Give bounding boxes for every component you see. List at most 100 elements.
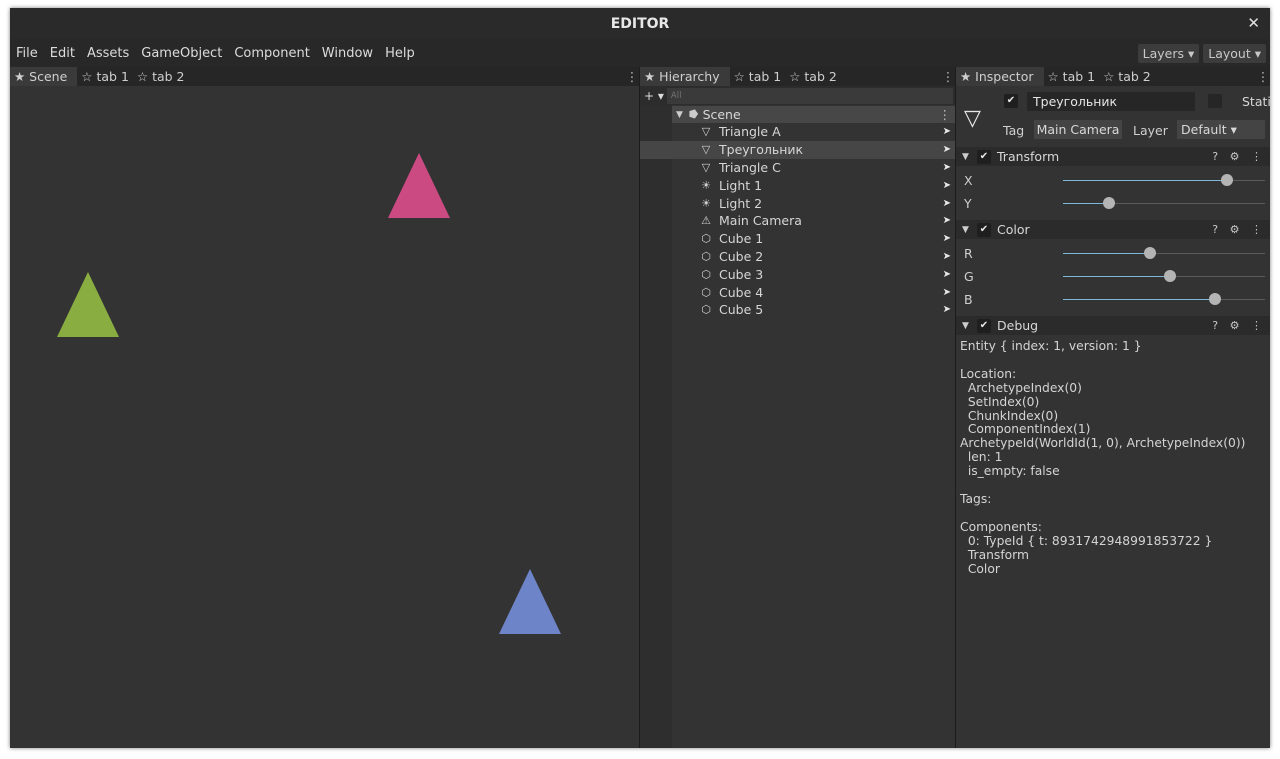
tab-inspector-tab2[interactable]: ☆ tab 2: [1099, 67, 1155, 86]
component-actions-icons[interactable]: ? ⚙ ⋮: [1212, 319, 1266, 332]
scene-menu-icon[interactable]: ⋮: [625, 69, 639, 84]
hierarchy-tree: ▼ ⭓ Scene ⋮ ▽ Triangle A ➤ ▽ Треугольник ➤ ▽ Tr…: [640, 106, 955, 319]
color-header[interactable]: ▼ ✔ Color ? ⚙ ⋮: [956, 220, 1270, 239]
slider[interactable]: [1063, 247, 1265, 259]
tree-item[interactable]: ⬡ Cube 1 ➤: [640, 230, 955, 248]
tree-item[interactable]: ▽ Треугольник ➤: [640, 140, 955, 159]
hierarchy-toolbar: + ▾: [640, 86, 955, 105]
slider-fill: [1063, 276, 1171, 277]
transform-header[interactable]: ▼ ✔ Transform ? ⚙ ⋮: [956, 147, 1270, 166]
chevron-down-icon[interactable]: ▼: [962, 321, 972, 331]
menu-help[interactable]: Help: [379, 46, 421, 61]
slider-thumb[interactable]: [1164, 270, 1177, 282]
static-checkbox[interactable]: ✔: [1208, 94, 1222, 108]
slider-thumb[interactable]: [1103, 197, 1116, 209]
tree-item[interactable]: ▽ Triangle C ➤: [640, 159, 955, 177]
arrow-right-icon[interactable]: ➤: [943, 162, 951, 173]
arrow-right-icon[interactable]: ➤: [943, 287, 951, 298]
slider[interactable]: [1063, 197, 1265, 209]
arrow-right-icon[interactable]: ➤: [943, 269, 951, 280]
hierarchy-search-input[interactable]: [666, 87, 953, 104]
arrow-right-icon[interactable]: ➤: [943, 251, 951, 262]
slider[interactable]: [1063, 270, 1265, 282]
tree-item[interactable]: ⬡ Cube 2 ➤: [640, 248, 955, 266]
tab-scene-tab2[interactable]: ☆ tab 2: [133, 67, 189, 86]
arrow-right-icon[interactable]: ➤: [943, 180, 951, 191]
menu-file[interactable]: File: [10, 46, 44, 61]
component-actions-icons[interactable]: ? ⚙ ⋮: [1212, 150, 1266, 163]
add-object-button[interactable]: + ▾: [640, 89, 667, 103]
tree-item[interactable]: ⬡ Cube 5 ➤: [640, 301, 955, 319]
layer-dropdown[interactable]: Default ▾: [1177, 120, 1265, 139]
scene-panel: ★ Scene ☆ tab 1 ☆ tab 2 ⋮: [10, 67, 639, 748]
tree-item[interactable]: ▽ Triangle A ➤: [640, 123, 955, 141]
tree-rows: ▽ Triangle A ➤ ▽ Треугольник ➤ ▽ Triangle C ➤ ☀ Li…: [640, 123, 955, 319]
color-title: Color: [997, 222, 1030, 237]
window-title: EDITOR: [610, 15, 670, 32]
tag-dropdown[interactable]: Main Camera: [1034, 120, 1122, 139]
pink-triangle[interactable]: [388, 153, 450, 218]
arrow-right-icon[interactable]: ➤: [943, 304, 951, 315]
green-triangle[interactable]: [57, 272, 119, 337]
color-enabled-checkbox[interactable]: ✔: [977, 222, 991, 237]
menu-assets[interactable]: Assets: [81, 46, 135, 61]
transform-y-row: Y: [956, 192, 1270, 215]
chevron-down-icon[interactable]: ▼: [962, 225, 972, 235]
scene-viewport[interactable]: [10, 86, 639, 748]
slider[interactable]: [1063, 174, 1265, 186]
chevron-down-icon[interactable]: ▼: [962, 152, 972, 162]
debug-header[interactable]: ▼ ✔ Debug ? ⚙ ⋮: [956, 316, 1270, 335]
menu-window[interactable]: Window: [316, 46, 379, 61]
debug-enabled-checkbox[interactable]: ✔: [977, 318, 991, 333]
blue-triangle[interactable]: [499, 569, 561, 634]
scene-canvas[interactable]: [10, 86, 639, 748]
tree-item[interactable]: ☀ Light 1 ➤: [640, 176, 955, 194]
menu-gameobject[interactable]: GameObject: [135, 46, 228, 61]
layout-dropdown[interactable]: Layout ▾: [1203, 43, 1266, 63]
tree-item[interactable]: ⚠ Main Camera ➤: [640, 212, 955, 230]
arrow-right-icon[interactable]: ➤: [943, 233, 951, 244]
slider-thumb[interactable]: [1143, 247, 1156, 259]
arrow-right-icon[interactable]: ➤: [943, 144, 951, 155]
arrow-right-icon[interactable]: ➤: [943, 198, 951, 209]
tree-item[interactable]: ☀ Light 2 ➤: [640, 194, 955, 212]
transform-enabled-checkbox[interactable]: ✔: [977, 149, 991, 164]
color-r-row: R: [956, 242, 1270, 265]
tree-item-icon: ▽: [701, 160, 711, 174]
tab-hierarchy-tab2[interactable]: ☆ tab 2: [785, 67, 841, 86]
prop-label: R: [964, 246, 973, 261]
tree-item-label: Triangle C: [719, 159, 781, 175]
active-checkbox[interactable]: ✔: [1004, 94, 1018, 108]
slider[interactable]: [1063, 293, 1265, 305]
inspector-menu-icon[interactable]: ⋮: [1256, 69, 1270, 84]
hierarchy-tabbar: ★ Hierarchy ☆ tab 1 ☆ tab 2 ⋮: [640, 67, 955, 86]
tab-scene-tab1[interactable]: ☆ tab 1: [77, 67, 133, 86]
layers-dropdown[interactable]: Layers ▾: [1137, 43, 1200, 63]
object-name-field[interactable]: Треугольник: [1027, 92, 1195, 111]
close-icon[interactable]: ✕: [1247, 14, 1260, 32]
scene-root-menu-icon[interactable]: ⋮: [939, 107, 952, 122]
menu-edit[interactable]: Edit: [44, 46, 81, 61]
menu-component[interactable]: Component: [228, 46, 315, 61]
tab-scene[interactable]: ★ Scene: [10, 67, 78, 86]
component-actions-icons[interactable]: ? ⚙ ⋮: [1212, 223, 1266, 236]
tab-hierarchy[interactable]: ★ Hierarchy: [640, 67, 730, 86]
tab-inspector-tab1[interactable]: ☆ tab 1: [1044, 67, 1100, 86]
color-b-row: B: [956, 288, 1270, 311]
arrow-right-icon[interactable]: ➤: [943, 215, 951, 226]
arrow-right-icon[interactable]: ➤: [943, 126, 951, 137]
chevron-down-icon[interactable]: ▼: [676, 110, 686, 120]
slider-thumb[interactable]: [1208, 293, 1221, 305]
tree-item-icon: ⚠: [701, 214, 711, 228]
tree-item-icon: ⬡: [701, 232, 711, 246]
hierarchy-panel: ★ Hierarchy ☆ tab 1 ☆ tab 2 ⋮ + ▾ ▼ ⭓ Sc…: [640, 67, 955, 748]
scene-root-label: Scene: [702, 107, 741, 122]
hierarchy-menu-icon[interactable]: ⋮: [941, 69, 955, 84]
tab-inspector[interactable]: ★ Inspector: [956, 67, 1044, 86]
tree-item-label: Cube 1: [719, 231, 764, 247]
tree-item[interactable]: ⬡ Cube 3 ➤: [640, 265, 955, 283]
tab-hierarchy-tab1[interactable]: ☆ tab 1: [730, 67, 786, 86]
tree-item[interactable]: ⬡ Cube 4 ➤: [640, 283, 955, 301]
slider-thumb[interactable]: [1220, 174, 1233, 186]
tree-root-scene[interactable]: ▼ ⭓ Scene ⋮: [672, 106, 955, 123]
